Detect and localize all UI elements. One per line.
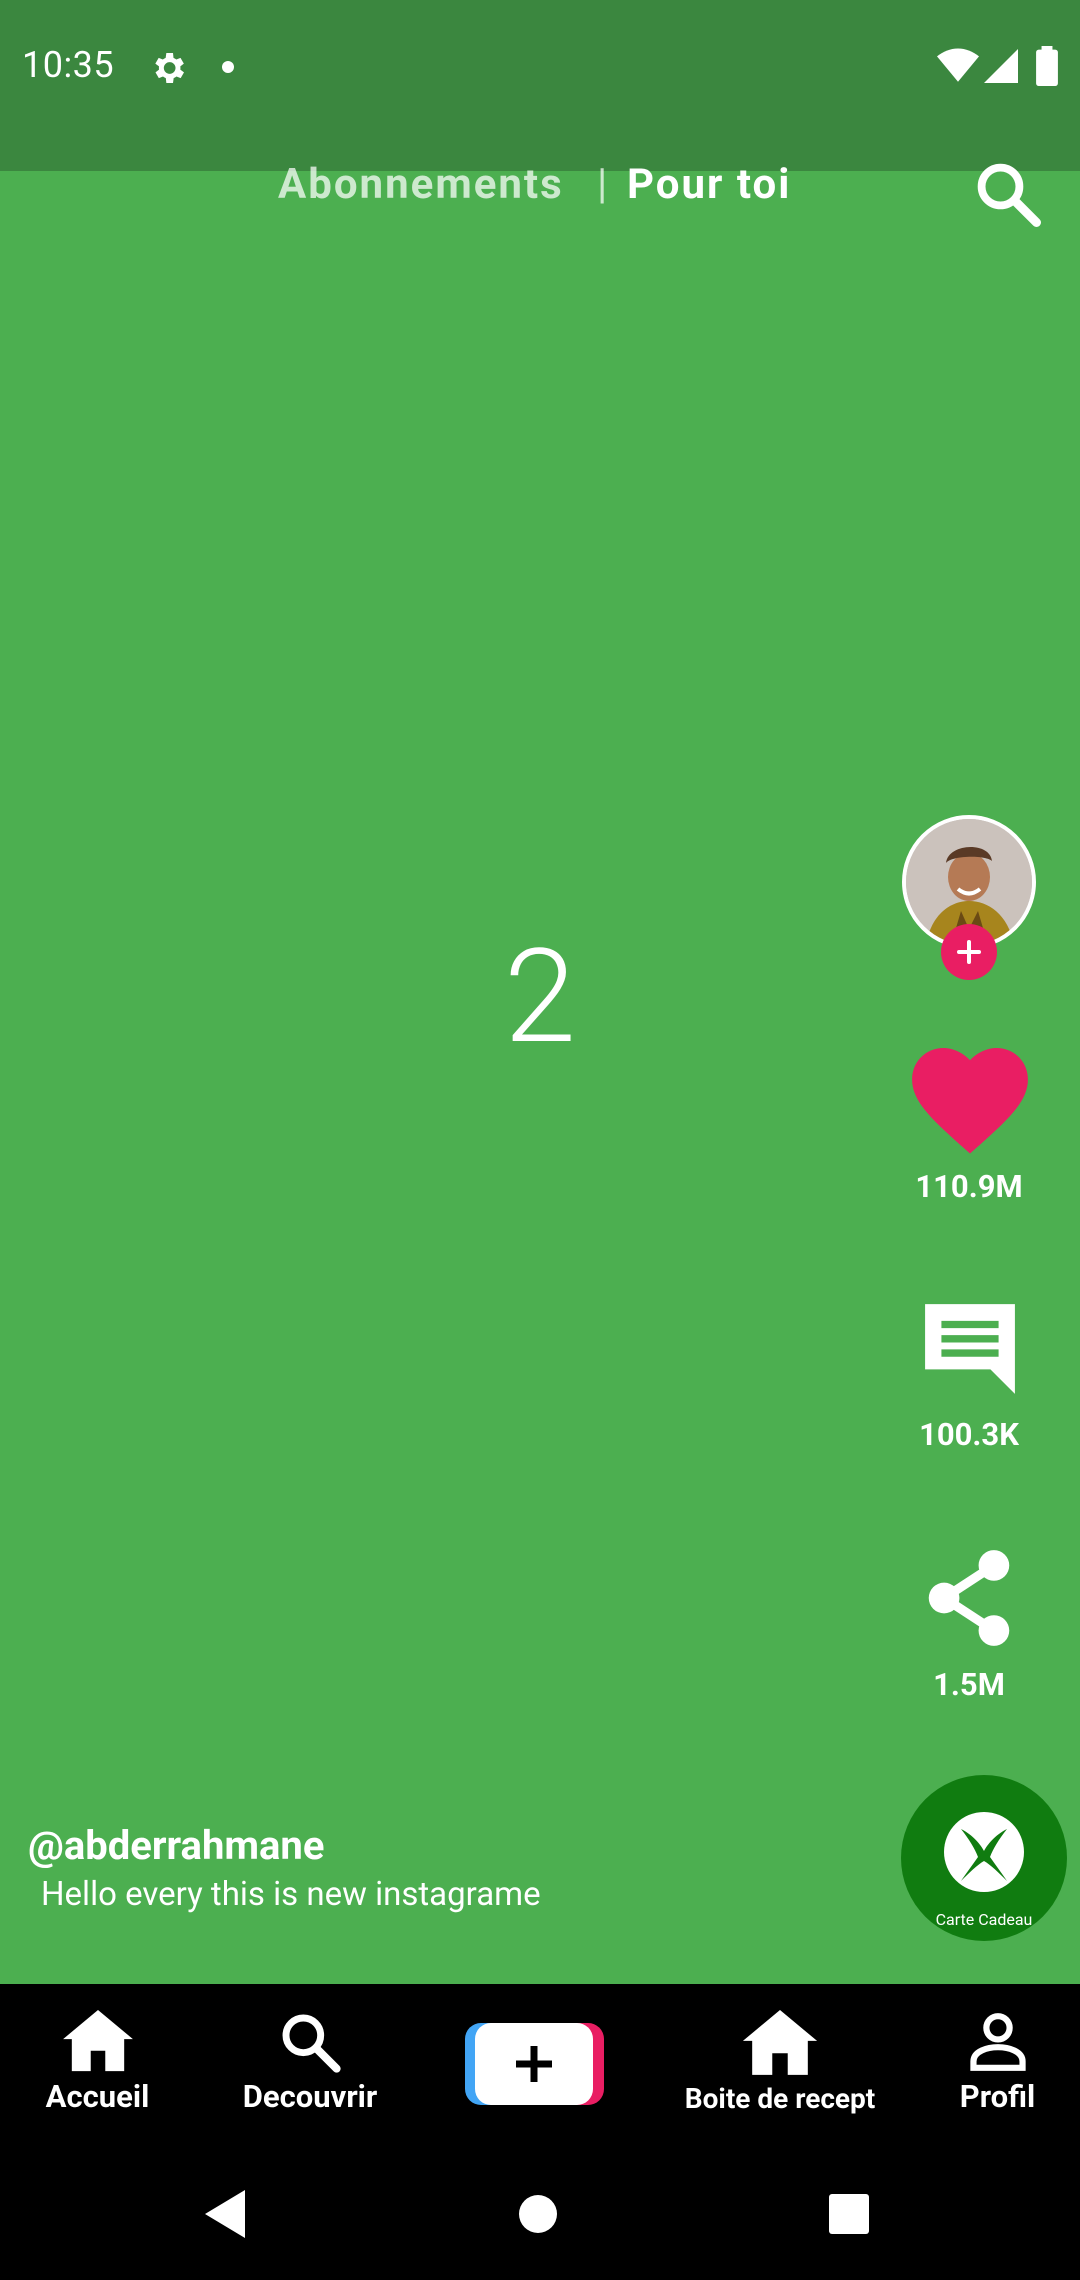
system-nav-bar xyxy=(0,2160,1080,2280)
nav-discover-label: Decouvrir xyxy=(242,2078,378,2115)
xbox-icon xyxy=(944,1812,1024,1892)
nav-profile-label: Profil xyxy=(959,2078,1036,2115)
plus-icon xyxy=(957,940,981,964)
nav-profile[interactable]: Profil xyxy=(940,2010,1055,2115)
battery-icon xyxy=(1036,46,1058,86)
status-bar: 10:35 xyxy=(0,0,1080,171)
nav-discover[interactable]: Decouvrir xyxy=(225,2010,395,2115)
wifi-icon xyxy=(937,48,979,82)
dot-icon xyxy=(222,61,234,73)
tab-separator: | xyxy=(597,160,610,209)
like-count: 110.9M xyxy=(915,1168,1023,1205)
create-button[interactable] xyxy=(465,2023,604,2105)
share-icon[interactable] xyxy=(923,1548,1015,1648)
gift-card-label: Carte Cadeau xyxy=(935,1910,1033,1929)
heart-icon[interactable] xyxy=(911,1048,1029,1156)
search-icon xyxy=(282,2014,341,2073)
plus-icon xyxy=(465,2023,604,2105)
nav-home[interactable]: Accueil xyxy=(30,2010,165,2115)
tab-for-you[interactable]: Pour toi xyxy=(627,160,791,209)
comment-count: 100.3K xyxy=(919,1416,1019,1453)
nav-home-label: Accueil xyxy=(45,2078,150,2115)
signal-icon xyxy=(984,49,1018,83)
profile-icon xyxy=(969,2013,1026,2071)
follow-button[interactable] xyxy=(941,924,997,980)
video-caption: Hello every this is new instagrame xyxy=(41,1875,541,1914)
home-circle-icon[interactable] xyxy=(518,2194,558,2234)
back-icon[interactable] xyxy=(204,2190,246,2238)
search-icon[interactable] xyxy=(972,158,1044,230)
status-time: 10:35 xyxy=(22,44,115,86)
nav-inbox[interactable]: Boite de recept xyxy=(670,2010,890,2115)
settings-icon xyxy=(155,53,184,83)
home-icon xyxy=(62,2010,133,2072)
creator-username[interactable]: @abderrahmane xyxy=(28,1822,324,1869)
inbox-icon xyxy=(742,2010,818,2075)
comment-icon[interactable] xyxy=(921,1300,1019,1398)
recents-icon[interactable] xyxy=(829,2194,869,2234)
nav-inbox-label: Boite de recept xyxy=(684,2082,876,2115)
share-count: 1.5M xyxy=(933,1666,1005,1703)
tab-following[interactable]: Abonnements xyxy=(278,160,564,209)
